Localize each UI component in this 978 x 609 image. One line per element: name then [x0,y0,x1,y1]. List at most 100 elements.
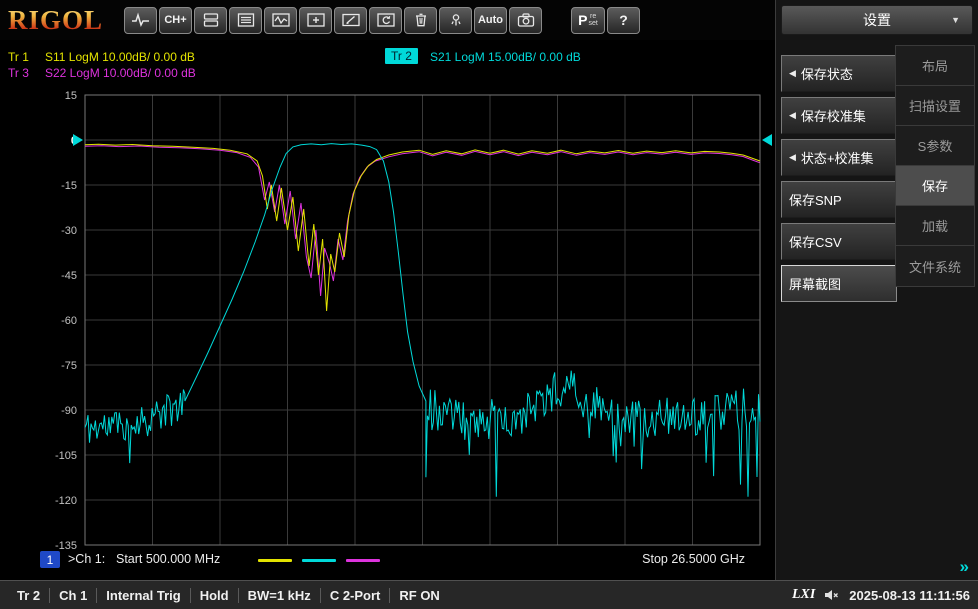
menu-save-cal-set[interactable]: ◀ 保存校准集 [781,97,897,134]
settings-title: 设置 [863,12,891,28]
menu-item-label: 保存状态 [800,67,853,82]
status-rf: RF ON [389,587,448,603]
save-menu: ◀ 保存状态 ◀ 保存校准集 ◀ 状态+校准集 保存SNP 保存CSV 屏幕截图 [781,55,897,307]
lxi-logo: LXI [791,587,816,602]
svg-text:-45: -45 [61,270,77,282]
tab-label: 布局 [921,59,948,74]
trace2-active-badge[interactable]: Tr 2 [385,48,418,64]
trace3-id[interactable]: Tr 3 [8,66,29,80]
menu-item-label: 屏幕截图 [789,277,842,292]
touch-icon [450,14,461,26]
edit-window-icon [341,13,360,27]
window-layout-button[interactable] [194,6,227,34]
touch-button[interactable] [439,6,472,34]
s11-trace-swatch [258,559,292,562]
submenu-arrow-icon: ◀ [789,110,796,120]
channel-add-button[interactable]: CH+ [159,6,192,34]
channel-label: >Ch 1: [68,552,106,566]
status-channel: Ch 1 [49,587,96,603]
window-layout-icon [203,13,218,27]
settings-menu-header[interactable]: 设置 ▼ [781,5,973,35]
status-cal-ports: C 2-Port [319,587,390,603]
recall-channel-icon [376,13,395,27]
chart-area[interactable]: 150-15-30-45-60-75-90-105-120-135 Tr 1 S… [0,40,775,580]
rigol-logo: RIGOL [8,5,116,36]
stop-frequency-label: Stop 26.5000 GHz [642,552,745,566]
menu-item-label: 保存校准集 [800,109,866,124]
new-window-icon [306,13,325,27]
measure-button[interactable] [124,6,157,34]
settings-sidebar: 设置 ▼ ◀ 保存状态 ◀ 保存校准集 ◀ 状态+校准集 保存SNP 保存CSV [775,0,978,580]
list-button[interactable] [229,6,262,34]
tab-load[interactable]: 加载 [896,206,974,246]
preset-button[interactable]: P re set [571,6,605,34]
delete-button[interactable] [404,6,437,34]
tab-sweep-setup[interactable]: 扫描设置 [896,86,974,126]
s21-trace-swatch [302,559,336,562]
chevron-down-icon: ▼ [951,15,960,25]
list-icon [237,13,254,27]
auto-scale-button[interactable]: Auto [474,6,507,34]
tab-label: 文件系统 [908,259,961,275]
preset-label-re: re [590,13,597,20]
trace1-id[interactable]: Tr 1 [8,50,29,64]
tab-file-system[interactable]: 文件系统 [896,246,974,286]
edit-window-button[interactable] [334,6,367,34]
preset-label-p: P [578,12,588,28]
recall-channel-button[interactable] [369,6,402,34]
svg-text:-90: -90 [61,405,77,417]
clock: 2025-08-13 11:11:56 [849,587,970,603]
svg-text:-60: -60 [61,315,77,327]
status-trigger: Internal Trig [96,587,189,603]
tab-s-params[interactable]: S参数 [896,126,974,166]
vna-screen: RIGOL CH+ Auto P re set ? 15 -15 -30 -45… [0,0,978,609]
status-bar: Tr 2 Ch 1 Internal Trig Hold BW=1 kHz C … [0,580,978,609]
channel-add-label: CH+ [164,14,187,26]
camera-icon [517,13,534,27]
tab-label: 保存 [921,179,948,194]
tab-layout[interactable]: 布局 [896,46,974,86]
channel-badge[interactable]: 1 [40,551,60,568]
menu-item-label: 状态+校准集 [800,151,874,166]
preset-label-set: set [588,20,598,27]
tab-save[interactable]: 保存 [896,166,974,206]
submenu-arrow-icon: ◀ [789,152,796,162]
svg-text:-105: -105 [55,450,77,462]
menu-save-csv[interactable]: 保存CSV [781,223,897,260]
tab-label: 加载 [921,219,948,234]
status-trace: Tr 2 [17,587,41,603]
new-window-button[interactable] [299,6,332,34]
trace-window-button[interactable] [264,6,297,34]
auto-label: Auto [477,14,504,26]
menu-save-snp[interactable]: 保存SNP [781,181,897,218]
trace2-label[interactable]: S21 LogM 15.00dB/ 0.00 dB [430,50,581,64]
start-frequency-label: Start 500.000 MHz [116,552,221,566]
help-button[interactable]: ? [607,6,640,34]
trace3-label[interactable]: S22 LogM 10.00dB/ 0.00 dB [45,66,196,80]
svg-text:-120: -120 [55,495,77,507]
trace-window-icon [271,13,290,27]
screenshot-button[interactable] [509,6,542,34]
menu-screenshot[interactable]: 屏幕截图 [781,265,897,302]
menu-item-label: 保存SNP [789,193,842,208]
speaker-muted-icon [825,590,839,600]
status-if-bandwidth: BW=1 kHz [237,587,320,603]
svg-text:15: 15 [65,90,77,102]
menu-item-label: 保存CSV [789,235,842,250]
menu-collapse-icon[interactable]: » [960,557,969,577]
tab-label: S参数 [917,139,953,154]
trash-icon [415,13,426,27]
status-sweep-hold: Hold [189,587,238,603]
measure-icon [131,12,149,28]
trace1-label[interactable]: S11 LogM 10.00dB/ 0.00 dB [45,50,195,64]
sidebar-tabs: 布局 扫描设置 S参数 保存 加载 文件系统 [895,45,975,287]
svg-text:-15: -15 [61,180,77,192]
help-label: ? [619,12,628,28]
tab-label: 扫描设置 [908,99,961,114]
menu-state-plus-cal-set[interactable]: ◀ 状态+校准集 [781,139,897,176]
chart-svg[interactable]: 150-15-30-45-60-75-90-105-120-135 [0,40,775,580]
s22-trace-swatch [346,559,380,562]
submenu-arrow-icon: ◀ [789,68,796,78]
menu-save-state[interactable]: ◀ 保存状态 [781,55,897,92]
svg-text:-75: -75 [61,360,77,372]
